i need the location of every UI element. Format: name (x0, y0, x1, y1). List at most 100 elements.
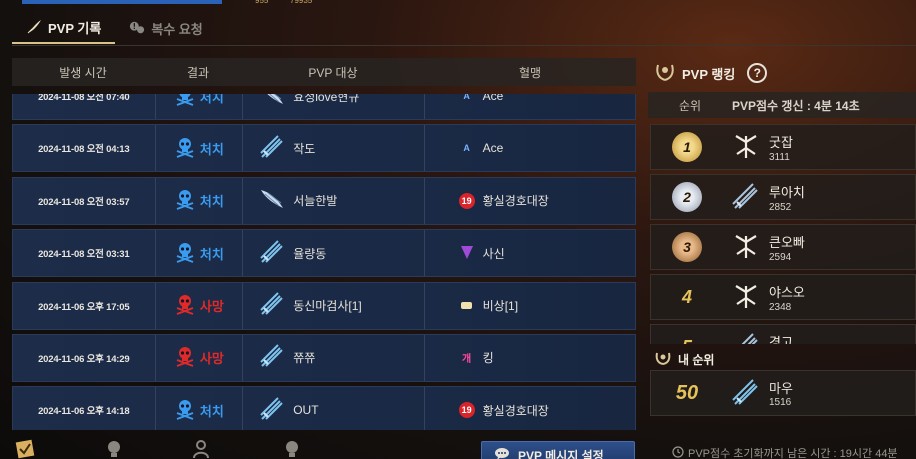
tab-divider (12, 45, 916, 46)
filter-kill-icon[interactable] (103, 438, 125, 459)
row-clan: A Ace (423, 94, 635, 119)
checklist-icon[interactable] (14, 438, 36, 459)
ranking-points: 3111 (769, 151, 790, 163)
row-clan: 비상[1] (423, 282, 635, 329)
my-rank-row[interactable]: 50 마우 1516 (650, 370, 916, 416)
rank-medal-icon: 3 (672, 232, 702, 262)
ranking-header: 순위 PVP점수 갱신 : 4분 14초 (648, 92, 916, 118)
row-clan: 사신 (423, 230, 635, 277)
tab-revenge-request-label: 복수 요청 (151, 21, 203, 37)
top-right-value: 79935 (290, 0, 313, 5)
ranking-name: 큰오빠 (769, 234, 805, 250)
rank-medal-icon: 1 (672, 132, 702, 162)
table-row[interactable]: 2024-11-08 오전 04:13 처치 작도 A Ace (12, 124, 636, 173)
row-target-name: 동신마검사[1] (293, 299, 362, 314)
sword-icon (259, 291, 285, 320)
my-rank-points: 1516 (769, 397, 792, 408)
filter-person-icon[interactable] (190, 438, 212, 459)
pvp-message-settings-button[interactable]: PVP 메시지 설정 (481, 441, 635, 459)
rank-cell: 4 (651, 287, 723, 308)
help-icon[interactable]: ? (747, 63, 768, 83)
wing-icon (259, 94, 285, 109)
row-target: 효정love현규 (242, 94, 423, 119)
row-clan-name: 황실경호대장 (482, 194, 549, 209)
chat-bubble-icon (494, 447, 510, 459)
claw-icon (723, 132, 769, 162)
skull-icon (174, 241, 196, 266)
ranking-row[interactable]: 4 야스오 2348 (650, 274, 916, 320)
table-row[interactable]: 2024-11-06 오후 14:18 처치 OUT 19 황실경호대장 (12, 386, 636, 430)
pvp-ranking-panel: PVP 랭킹 ? 순위 PVP점수 갱신 : 4분 14초 1 굿잡 3111 2 루아… (648, 58, 916, 430)
skull-icon (174, 398, 196, 423)
header-time: 발생 시간 (59, 65, 107, 80)
table-body[interactable]: 2024-11-08 오전 07:40 처치 효정love현규 A Ace 2024-11… (12, 94, 636, 430)
table-row[interactable]: 2024-11-08 오전 03:31 처치 율량동 사신 (12, 229, 636, 278)
row-result: 처치 (154, 230, 243, 277)
row-result: 처치 (154, 94, 243, 119)
skull-icon (174, 136, 196, 161)
rank-cell: 1 (651, 132, 723, 162)
ranking-name: 루아치 (769, 184, 805, 200)
ace-badge-icon: A (463, 143, 470, 154)
ranking-name: 경고 (769, 334, 793, 345)
ranking-row[interactable]: 3 큰오빠 2594 (650, 224, 916, 270)
ranking-list[interactable]: 1 굿잡3111 2 루아치2852 3 큰오빠2594 4 야스오2348 5 경고2081 (650, 124, 916, 344)
row-clan-name: 사신 (482, 246, 505, 261)
ranking-title-label: PVP 랭킹 (682, 66, 736, 82)
row-target-name: 서늘한발 (293, 194, 338, 209)
row-result: 처치 (154, 387, 243, 430)
top-left-value: 955 (255, 0, 269, 5)
ranking-points: 2348 (769, 301, 792, 313)
table-row[interactable]: 2024-11-08 오전 07:40 처치 효정love현규 A Ace (12, 94, 636, 120)
claw-icon (723, 232, 769, 262)
sword-icon (723, 378, 769, 408)
ranking-info: 루아치 2852 (769, 182, 805, 213)
pvp-record-table: 발생 시간 결과 PVP 대상 혈맹 2024-11-08 오전 07:40 처치… (12, 58, 636, 430)
ranking-info: 야스오 2348 (769, 282, 805, 313)
tab-pvp-record[interactable]: PVP 기록 (12, 12, 116, 44)
row-result-label: 사망 (199, 351, 224, 367)
row-result: 사망 (154, 334, 243, 381)
my-rank-label-text: 내 순위 (678, 353, 715, 367)
purple-crest-icon (459, 244, 475, 263)
row-result-label: 처치 (199, 246, 224, 262)
ranking-row[interactable]: 1 굿잡 3111 (650, 124, 916, 170)
message-settings-label: PVP 메시지 설정 (518, 448, 604, 459)
row-clan: 19 황실경호대장 (423, 177, 635, 224)
skull-icon (174, 188, 196, 213)
skull-icon (174, 345, 196, 370)
ranking-name: 굿잡 (769, 134, 793, 150)
tab-revenge-request[interactable]: 복수 요청 (115, 12, 216, 44)
ranking-title: PVP 랭킹 ? (648, 58, 916, 88)
exp-bar (22, 0, 222, 4)
table-row[interactable]: 2024-11-06 오후 17:05 사망 동신마검사[1] 비상[1] (12, 281, 636, 330)
my-rank-name: 마우 (769, 381, 793, 396)
row-result-label: 처치 (199, 94, 224, 105)
ranking-row[interactable]: 2 루아치 2852 (650, 174, 916, 220)
table-row[interactable]: 2024-11-08 오전 03:57 처치 서늘한발 19 황실경호대장 (12, 176, 636, 225)
wing-icon (259, 188, 285, 213)
filter-death-icon[interactable] (281, 438, 303, 459)
table-header: 발생 시간 결과 PVP 대상 혈맹 (12, 58, 636, 86)
tab-pvp-record-label: PVP 기록 (48, 20, 102, 36)
skull-alert-icon (129, 20, 145, 36)
row-clan: 개킹 (423, 334, 635, 381)
row-target-name: OUT (293, 403, 319, 418)
my-rank-label: 내 순위 (654, 350, 714, 369)
rank-cell: 5 (651, 337, 723, 345)
row-target-name: 쮸쮸 (293, 351, 316, 366)
my-rank-info: 마우 1516 (769, 378, 793, 408)
fist-icon (459, 297, 475, 314)
row-clan: A Ace (423, 125, 635, 172)
laurel-small-icon (654, 350, 672, 369)
rank-cell: 3 (651, 232, 723, 262)
ranking-info: 굿잡 3111 (769, 132, 793, 163)
row-target: 동신마검사[1] (242, 282, 423, 329)
row-result: 처치 (154, 177, 243, 224)
table-row[interactable]: 2024-11-06 오후 14:29 사망 쮸쮸 개 킹 (12, 333, 636, 382)
row-time: 2024-11-08 오전 03:57 (38, 196, 130, 208)
ranking-name: 야스오 (769, 284, 805, 300)
ranking-row[interactable]: 5 경고2081 (650, 324, 916, 344)
row-clan-name: 비상[1] (482, 299, 519, 314)
row-result-label: 처치 (199, 403, 224, 419)
